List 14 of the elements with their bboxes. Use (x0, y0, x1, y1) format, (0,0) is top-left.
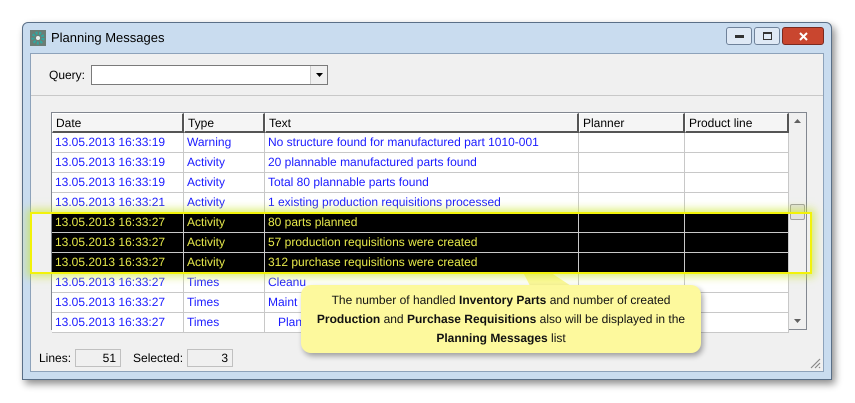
lines-count: 51 (75, 349, 122, 367)
table-cell: Times (184, 313, 265, 333)
table-cell: 13.05.2013 16:33:27 (52, 253, 184, 273)
selected-count: 3 (187, 349, 234, 367)
selected-label: Selected: (133, 350, 184, 367)
query-label: Query: (49, 66, 86, 84)
table-cell: 13.05.2013 16:33:27 (52, 313, 184, 333)
lines-label: Lines: (39, 350, 72, 367)
table-cell: 13.05.2013 16:33:21 (52, 193, 184, 213)
window-title: Planning Messages (51, 29, 164, 48)
table-cell: Activity (184, 253, 265, 273)
table-cell: 312 purchase requisitions were created (265, 253, 579, 273)
table-cell: 1 existing production requisitions processed (265, 193, 579, 213)
table-cell: Activity (184, 193, 265, 213)
